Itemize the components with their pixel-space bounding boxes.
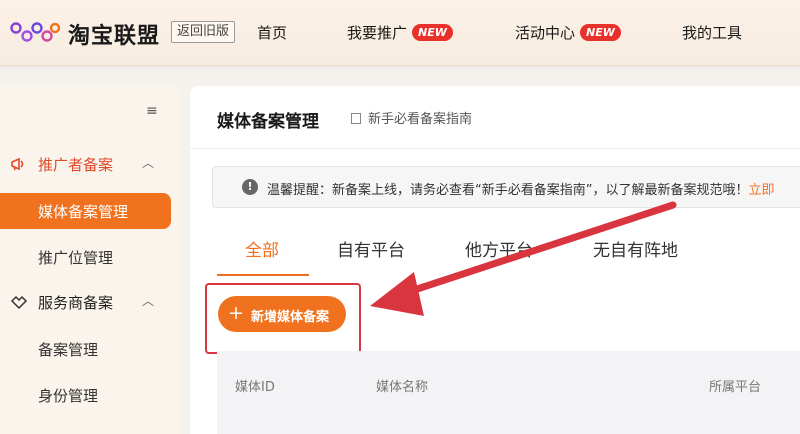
- table-header: 媒体ID 媒体名称 所属平台: [217, 351, 800, 434]
- megaphone-icon: [11, 157, 24, 171]
- nav-label: 我要推广: [347, 24, 408, 42]
- sidebar-item-filing-manage[interactable]: 备案管理: [38, 339, 98, 360]
- alimama-logo-icon[interactable]: [10, 19, 60, 45]
- nav-home[interactable]: 首页: [257, 22, 287, 43]
- book-icon: [351, 113, 361, 124]
- sidebar-item-media-filing[interactable]: 媒体备案管理: [0, 193, 171, 229]
- top-header: 淘宝联盟 返回旧版 首页 我要推广 NEW 活动中心 NEW 我的工具: [0, 0, 800, 66]
- highlight-box: [205, 283, 361, 354]
- new-badge: NEW: [412, 24, 453, 41]
- nav-activity-center[interactable]: 活动中心 NEW: [515, 22, 621, 43]
- notice-link[interactable]: 立即: [748, 183, 774, 198]
- column-header-media-name: 媒体名称: [376, 380, 429, 395]
- active-tab-indicator: [217, 274, 309, 276]
- alert-icon: !: [242, 179, 258, 195]
- column-header-media-id: 媒体ID: [235, 380, 275, 395]
- return-old-version-button[interactable]: 返回旧版: [171, 21, 236, 43]
- nav-my-tools[interactable]: 我的工具: [682, 22, 742, 43]
- notice-message: 温馨提醒：新备案上线，请务必查看“新手必看备案指南”，以了解最新备案规范哦！: [267, 183, 749, 198]
- nav-label: 首页: [257, 24, 288, 42]
- sidebar-group-promoter[interactable]: 推广者备案 ︿: [0, 149, 180, 179]
- sidebar-item-identity-manage[interactable]: 身份管理: [38, 385, 98, 406]
- notice-banner: ! 温馨提醒：新备案上线，请务必查看“新手必看备案指南”，以了解最新备案规范哦！…: [212, 166, 800, 208]
- brand-title[interactable]: 淘宝联盟: [68, 18, 160, 50]
- sidebar-item-label: 媒体备案管理: [38, 203, 129, 221]
- sidebar-item-adzone[interactable]: 推广位管理: [38, 247, 113, 268]
- nav-label: 活动中心: [515, 24, 576, 42]
- sidebar-group-label: 服务商备案: [38, 294, 114, 312]
- divider: [190, 148, 800, 149]
- main-card: 媒体备案管理 新手必看备案指南 ! 温馨提醒：新备案上线，请务必查看“新手必看备…: [190, 86, 800, 434]
- column-header-platform: 所属平台: [709, 380, 762, 395]
- tab-other-platform[interactable]: 他方平台: [465, 236, 533, 261]
- menu-toggle-icon[interactable]: ≡: [146, 103, 158, 119]
- sidebar-group-provider[interactable]: 服务商备案 ︿: [0, 287, 180, 317]
- page-title: 媒体备案管理: [217, 112, 319, 132]
- tab-all[interactable]: 全部: [245, 236, 279, 261]
- sidebar-group-label: 推广者备案: [38, 156, 114, 174]
- nav-label: 我的工具: [682, 24, 743, 42]
- chevron-up-icon: ︿: [142, 294, 155, 308]
- tab-no-own-position[interactable]: 无自有阵地: [593, 236, 678, 261]
- new-badge: NEW: [580, 24, 621, 41]
- nav-promote[interactable]: 我要推广 NEW: [347, 22, 453, 43]
- guide-link-label: 新手必看备案指南: [368, 112, 473, 127]
- handshake-icon: [10, 295, 28, 310]
- guide-link[interactable]: 新手必看备案指南: [351, 108, 472, 127]
- chevron-up-icon: ︿: [142, 156, 155, 170]
- tab-own-platform[interactable]: 自有平台: [337, 236, 405, 261]
- notice-text: 温馨提醒：新备案上线，请务必查看“新手必看备案指南”，以了解最新备案规范哦！立即: [267, 179, 775, 198]
